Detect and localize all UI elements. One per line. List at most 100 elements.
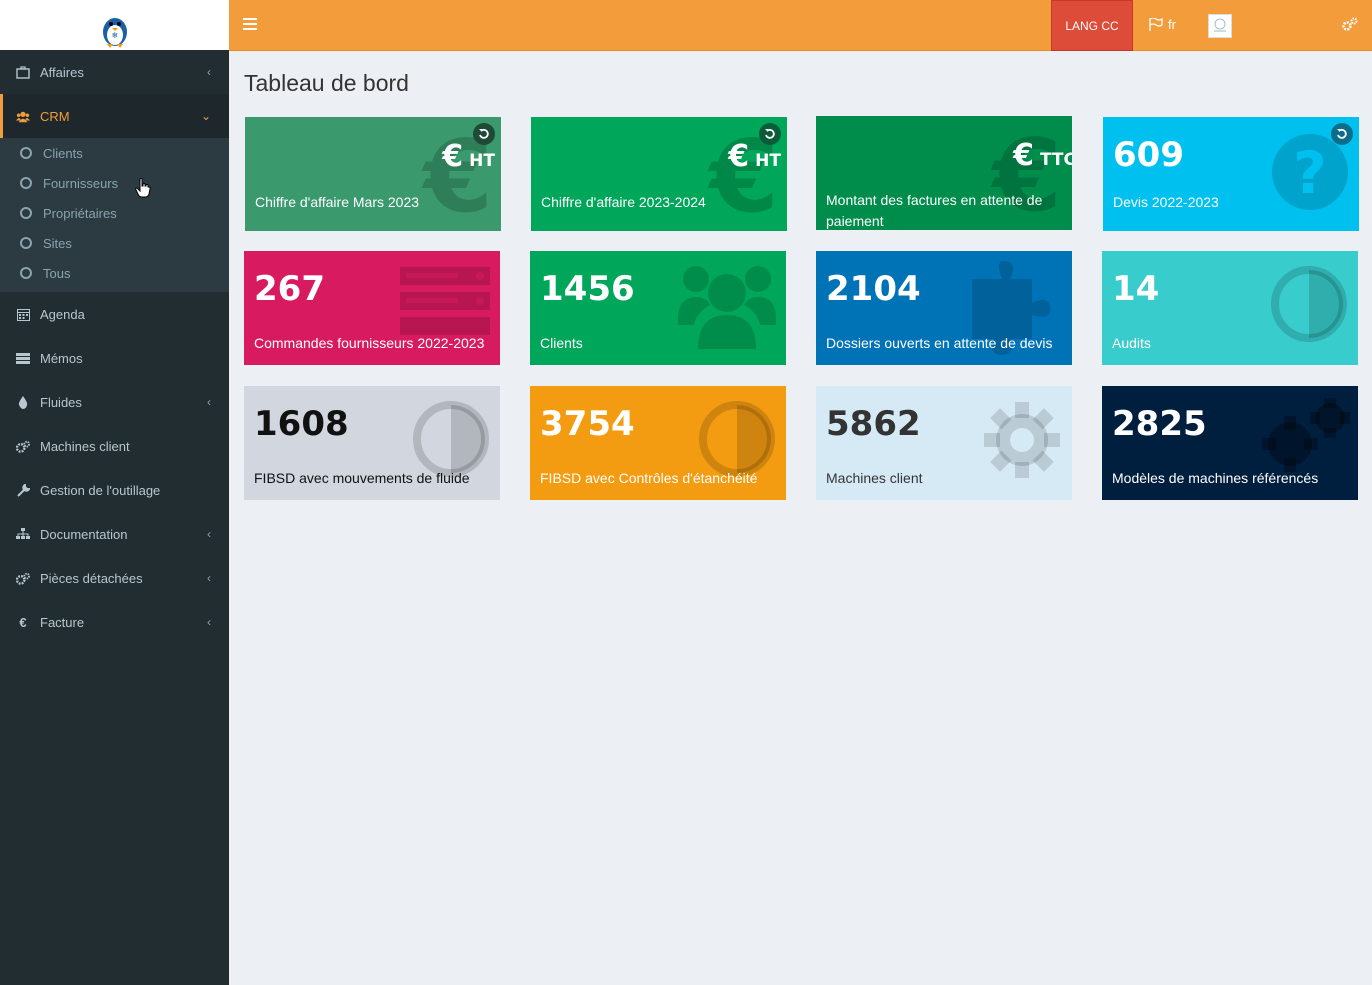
card-audits[interactable]: 14 Audits — [1102, 251, 1358, 365]
sidebar-item-label: Facture — [40, 614, 85, 630]
gears-icon — [16, 439, 30, 453]
card-label: Dossiers ouverts en attente de devis — [826, 335, 1053, 351]
sidebar-item-facture[interactable]: € Facture ‹ — [0, 600, 229, 644]
sidebar-item-label: Mémos — [40, 350, 83, 366]
card-value: 609 — [1113, 135, 1184, 175]
refresh-icon[interactable] — [759, 123, 781, 145]
gears-icon — [16, 571, 30, 585]
sidebar-item-label: Pièces détachées — [40, 570, 143, 586]
card-ca-mars-2023[interactable]: € € HT Chiffre d'affaire Mars 2023 — [245, 117, 501, 231]
refresh-icon[interactable] — [1331, 123, 1353, 145]
penguin-logo-icon: ❄ — [102, 18, 127, 48]
sidebar-item-label: Agenda — [40, 306, 85, 322]
sitemap-icon — [16, 527, 30, 541]
avatar-logo-icon — [1214, 18, 1226, 32]
euro-ttc-label: € TTC — [1013, 138, 1072, 173]
card-commandes-fournisseurs[interactable]: 267 Commandes fournisseurs 2022-2023 — [244, 251, 500, 365]
submenu-item-fournisseurs[interactable]: Fournisseurs — [0, 168, 229, 198]
card-value: 267 — [254, 269, 325, 309]
card-ca-2023-2024[interactable]: € € HT Chiffre d'affaire 2023-2024 — [531, 117, 787, 231]
chevron-left-icon: ‹ — [207, 615, 211, 629]
user-avatar[interactable] — [1208, 14, 1232, 38]
flag-icon — [1149, 18, 1163, 31]
sidebar-item-label: Gestion de l'outillage — [40, 482, 161, 498]
sidebar-item-crm[interactable]: CRM ⌄ — [0, 94, 229, 138]
droplet-icon — [16, 395, 30, 409]
top-navbar: LANG CC fr — [229, 0, 1372, 51]
refresh-icon[interactable] — [473, 123, 495, 145]
sidebar-item-label: Affaires — [40, 64, 84, 80]
euro-icon: € — [19, 614, 27, 630]
chevron-down-icon: ⌄ — [200, 109, 211, 123]
circle-icon — [20, 237, 32, 249]
sidebar-item-label: Fluides — [40, 394, 82, 410]
hand-cursor-icon — [135, 178, 151, 198]
briefcase-icon — [16, 65, 30, 79]
card-machines-client[interactable]: 5862 Machines client — [816, 386, 1072, 500]
submenu-item-tous[interactable]: Tous — [0, 258, 229, 288]
card-label: FIBSD avec mouvements de fluide — [254, 470, 470, 486]
calendar-icon — [16, 307, 30, 321]
card-value: 2104 — [826, 269, 921, 309]
submenu-item-proprietaires[interactable]: Propriétaires — [0, 198, 229, 228]
card-value: 1608 — [254, 404, 349, 444]
language-label: fr — [1168, 17, 1176, 32]
card-label: Clients — [540, 335, 583, 351]
card-label: Machines client — [826, 470, 923, 486]
chevron-left-icon: ‹ — [207, 571, 211, 585]
sidebar: ❄ Affaires ‹ CRM ⌄ Clients Fournisseurs … — [0, 0, 229, 985]
sidebar-item-label: Documentation — [40, 526, 128, 542]
card-label: Chiffre d'affaire 2023-2024 — [541, 194, 706, 210]
card-label: Montant des factures en attente de paiem… — [826, 192, 1043, 229]
submenu-label: Sites — [43, 235, 72, 251]
sidebar-item-agenda[interactable]: Agenda — [0, 292, 229, 336]
circle-icon — [20, 147, 32, 159]
card-fibsd-mouvements[interactable]: 1608 FIBSD avec mouvements de fluide — [244, 386, 500, 500]
chevron-left-icon: ‹ — [207, 395, 211, 409]
card-value: 1456 — [540, 269, 635, 309]
language-selector[interactable]: fr — [1149, 17, 1176, 32]
card-dossiers-ouverts[interactable]: 2104 Dossiers ouverts en attente de devi… — [816, 251, 1072, 365]
sidebar-item-machines-client[interactable]: Machines client — [0, 424, 229, 468]
crm-submenu: Clients Fournisseurs Propriétaires Sites… — [0, 138, 229, 292]
submenu-label: Clients — [43, 145, 83, 161]
card-label: Commandes fournisseurs 2022-2023 — [254, 335, 485, 351]
settings-gears-icon[interactable] — [1342, 17, 1358, 36]
sidebar-item-label: CRM — [40, 108, 70, 124]
circle-icon — [20, 267, 32, 279]
card-label: Devis 2022-2023 — [1113, 194, 1219, 210]
sidebar-item-affaires[interactable]: Affaires ‹ — [0, 50, 229, 94]
card-devis[interactable]: 609 ? Devis 2022-2023 — [1103, 117, 1359, 231]
sidebar-item-outillage[interactable]: Gestion de l'outillage — [0, 468, 229, 512]
circle-icon — [20, 177, 32, 189]
card-label: FIBSD avec Contrôles d'étanchéité — [540, 470, 758, 486]
card-value: 3754 — [540, 404, 635, 444]
hamburger-menu-icon[interactable] — [243, 18, 257, 30]
card-value: 14 — [1112, 269, 1160, 309]
card-value: 5862 — [826, 404, 921, 444]
sidebar-item-memos[interactable]: Mémos — [0, 336, 229, 380]
svg-text:❄: ❄ — [111, 31, 118, 40]
submenu-label: Propriétaires — [43, 205, 117, 221]
submenu-label: Fournisseurs — [43, 175, 119, 191]
submenu-label: Tous — [43, 265, 71, 281]
sidebar-item-pieces-detachees[interactable]: Pièces détachées ‹ — [0, 556, 229, 600]
card-value: 2825 — [1112, 404, 1207, 444]
card-label: Audits — [1112, 335, 1151, 351]
logo[interactable]: ❄ — [0, 0, 229, 50]
submenu-item-clients[interactable]: Clients — [0, 138, 229, 168]
card-clients[interactable]: 1456 Clients — [530, 251, 786, 365]
list-icon — [16, 351, 30, 365]
circle-icon — [20, 207, 32, 219]
card-fibsd-controles[interactable]: 3754 FIBSD avec Contrôles d'étanchéité — [530, 386, 786, 500]
chevron-left-icon: ‹ — [207, 527, 211, 541]
chevron-left-icon: ‹ — [207, 65, 211, 79]
card-modeles-machines[interactable]: 2825 Modèles de machines référencés — [1102, 386, 1358, 500]
card-label: Chiffre d'affaire Mars 2023 — [255, 194, 420, 210]
users-icon — [16, 109, 30, 123]
submenu-item-sites[interactable]: Sites — [0, 228, 229, 258]
sidebar-item-fluides[interactable]: Fluides ‹ — [0, 380, 229, 424]
sidebar-item-documentation[interactable]: Documentation ‹ — [0, 512, 229, 556]
card-factures-attente[interactable]: € € TTC Montant des factures en attente d… — [816, 116, 1072, 230]
lang-cc-button[interactable]: LANG CC — [1051, 0, 1133, 51]
